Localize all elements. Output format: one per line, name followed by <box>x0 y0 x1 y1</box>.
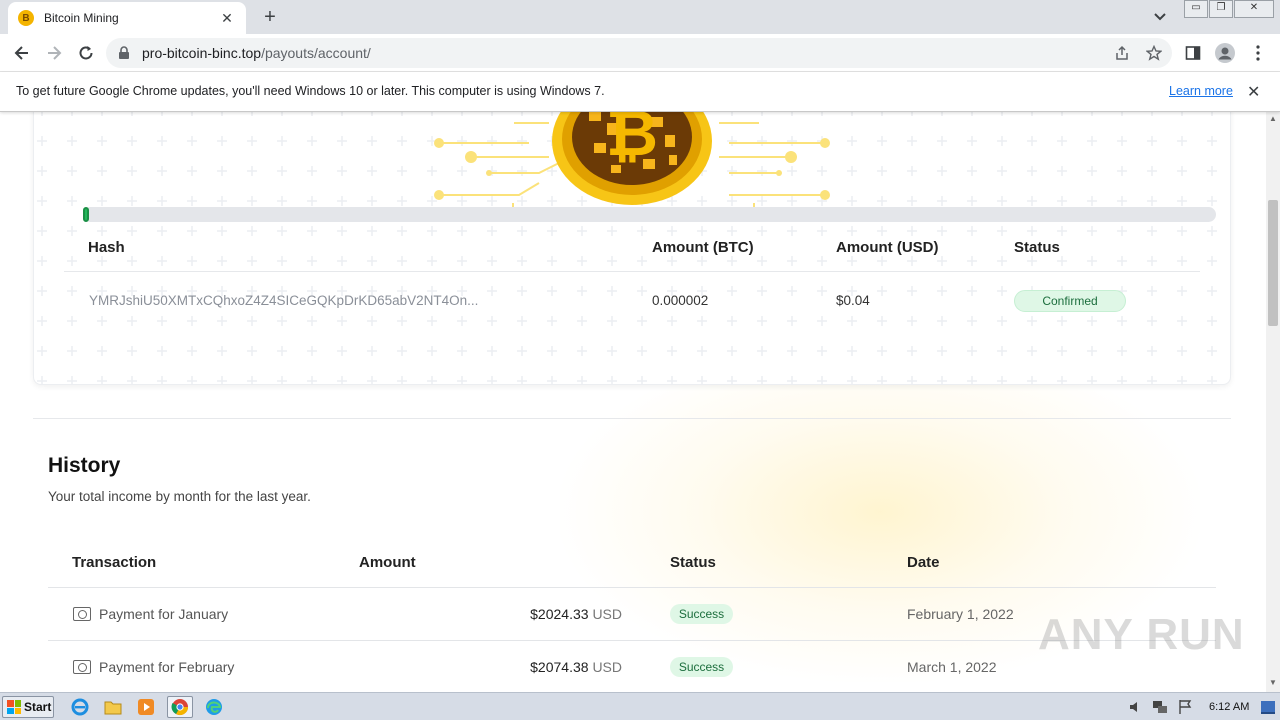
progress-fill <box>83 207 89 222</box>
col-header-status: Status <box>1014 239 1060 256</box>
col-header-transaction: Transaction <box>72 554 157 571</box>
col-header-status: Status <box>670 554 716 571</box>
learn-more-link[interactable]: Learn more <box>1169 84 1233 98</box>
amount-btc-value: 0.000002 <box>652 293 709 308</box>
svg-text:₿: ₿ <box>606 112 658 171</box>
kebab-menu-icon[interactable] <box>1247 42 1269 64</box>
transaction-date: February 1, 2022 <box>907 606 1014 622</box>
edge-icon[interactable] <box>201 696 227 718</box>
close-icon[interactable]: ✕ <box>218 10 236 27</box>
col-header-amount-btc: Amount (BTC) <box>652 239 754 256</box>
media-player-icon[interactable] <box>133 696 159 718</box>
address-bar[interactable]: pro-bitcoin-binc.top/payouts/account/ <box>106 38 1172 68</box>
infobar-message: To get future Google Chrome updates, you… <box>16 84 605 98</box>
section-divider <box>33 418 1231 419</box>
url-text: pro-bitcoin-binc.top/payouts/account/ <box>142 45 371 61</box>
scroll-thumb[interactable] <box>1268 200 1278 326</box>
amount-usd-value: $0.04 <box>836 293 870 308</box>
back-arrow-icon[interactable] <box>11 42 33 64</box>
speaker-icon[interactable] <box>1128 700 1142 714</box>
transaction-label: Payment for February <box>99 659 235 675</box>
system-tray <box>1122 693 1280 721</box>
page-viewport: ₿ Hash Amount (BTC) Amount (USD) Status … <box>0 112 1266 692</box>
col-header-date: Date <box>907 554 940 571</box>
folder-icon[interactable] <box>100 696 126 718</box>
anyrun-watermark: ANY RUN <box>1038 610 1245 659</box>
minimize-button[interactable]: ▭ <box>1184 0 1208 18</box>
transaction-label: Payment for January <box>99 606 229 622</box>
reload-icon[interactable] <box>75 42 97 64</box>
history-title: History <box>48 454 121 477</box>
table-divider <box>48 587 1216 588</box>
start-label: Start <box>24 700 52 714</box>
col-header-amount: Amount <box>359 554 416 571</box>
windows-taskbar: Start 6:12 AM <box>0 692 1280 720</box>
flag-icon[interactable] <box>1178 699 1192 715</box>
forward-arrow-icon[interactable] <box>43 42 65 64</box>
profile-avatar-icon[interactable] <box>1214 42 1236 64</box>
col-header-amount-usd: Amount (USD) <box>836 239 939 256</box>
plus-icon[interactable]: + <box>258 6 282 30</box>
history-subtitle: Your total income by month for the last … <box>48 489 311 504</box>
bitcoin-favicon-icon: B <box>18 10 34 26</box>
side-panel-icon[interactable] <box>1182 42 1204 64</box>
taskbar-clock: 6:12 AM <box>1209 701 1250 713</box>
hash-value: YMRJshiU50XMTxCQhxoZ4Z4SICeGQKpDrKD65abV… <box>89 293 479 308</box>
browser-tab[interactable]: B Bitcoin Mining ✕ <box>8 2 246 34</box>
tab-strip: B Bitcoin Mining ✕ + ▭ ❐ ✕ <box>0 0 1280 34</box>
cash-icon <box>73 607 91 621</box>
status-badge: Confirmed <box>1014 290 1126 312</box>
windows-logo-icon <box>7 700 21 714</box>
share-icon[interactable] <box>1114 45 1130 61</box>
lock-icon <box>119 46 129 59</box>
transaction-date: March 1, 2022 <box>907 659 997 675</box>
chevron-down-icon[interactable] <box>1150 8 1170 26</box>
bookmark-star-icon[interactable] <box>1146 45 1162 61</box>
start-button[interactable]: Start <box>2 696 54 718</box>
close-icon[interactable]: ✕ <box>1247 82 1260 102</box>
col-header-hash: Hash <box>88 239 125 256</box>
bitcoin-coin-illustration: ₿ <box>434 112 830 213</box>
restore-button[interactable]: ❐ <box>1209 0 1233 18</box>
status-badge: Success <box>670 657 733 677</box>
show-desktop-icon[interactable] <box>1260 699 1276 715</box>
status-badge: Success <box>670 604 733 624</box>
window-close-button[interactable]: ✕ <box>1234 0 1274 18</box>
chrome-icon[interactable] <box>167 696 193 718</box>
browser-toolbar: pro-bitcoin-binc.top/payouts/account/ <box>0 34 1280 72</box>
cash-icon <box>73 660 91 674</box>
transaction-amount: $2024.33 USD <box>530 606 622 622</box>
internet-explorer-icon[interactable] <box>67 696 93 718</box>
network-icon[interactable] <box>1152 700 1168 714</box>
scroll-down-icon[interactable]: ▼ <box>1269 678 1277 687</box>
table-divider <box>64 271 1200 272</box>
payout-card: ₿ Hash Amount (BTC) Amount (USD) Status … <box>33 112 1231 385</box>
page-scrollbar[interactable]: ▲ ▼ <box>1266 112 1280 692</box>
update-infobar: To get future Google Chrome updates, you… <box>0 72 1280 112</box>
payout-progress-bar <box>83 207 1216 222</box>
transaction-amount: $2074.38 USD <box>530 659 622 675</box>
tab-title: Bitcoin Mining <box>44 11 119 25</box>
scroll-up-icon[interactable]: ▲ <box>1269 114 1277 123</box>
